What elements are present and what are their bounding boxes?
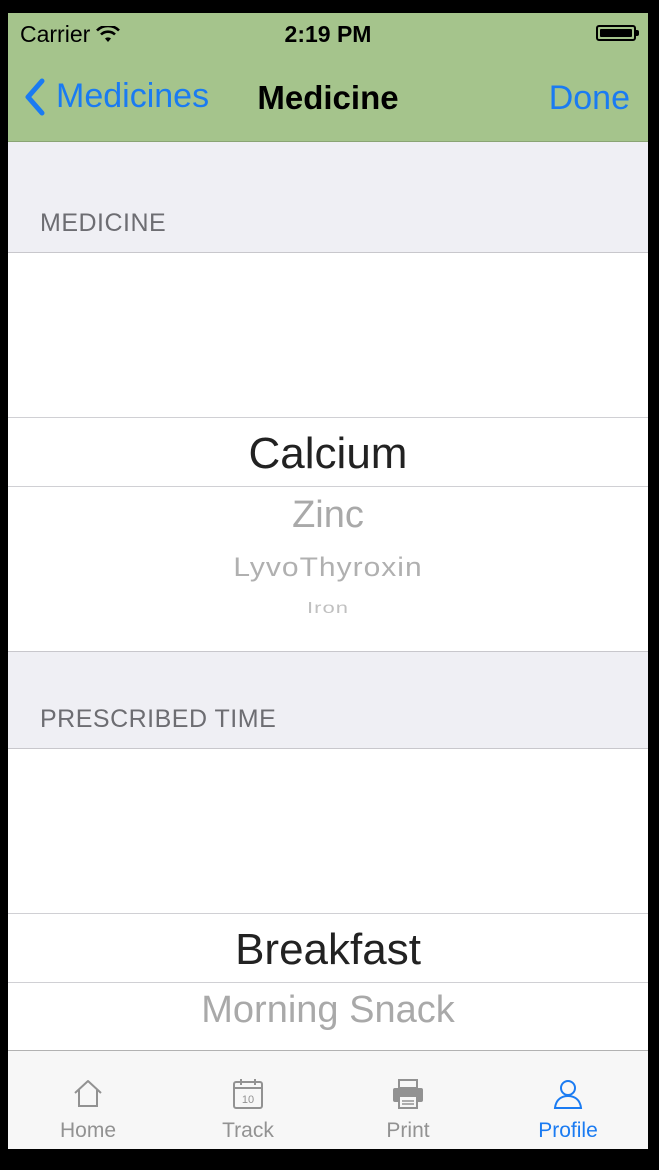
calendar-day: 10 xyxy=(242,1094,254,1106)
printer-icon xyxy=(393,1079,423,1109)
tab-print[interactable]: Print xyxy=(328,1051,488,1149)
status-bar: Carrier 2:19 PM xyxy=(8,13,648,53)
tab-profile[interactable]: Profile xyxy=(488,1051,648,1149)
medicine-section-header: MEDICINE xyxy=(40,209,167,237)
prescribed-time-section-header: PRESCRIBED TIME xyxy=(40,705,277,733)
picker-option[interactable]: Morning Snack xyxy=(8,989,648,1032)
home-icon xyxy=(74,1080,102,1107)
picker-option[interactable]: Zinc xyxy=(8,494,648,537)
prescribed-time-picker[interactable]: Breakfast Morning Snack xyxy=(8,748,648,1070)
navigation-bar: Medicines Medicine Done xyxy=(8,53,648,141)
done-button[interactable]: Done xyxy=(549,79,630,118)
picker-option[interactable]: Iron xyxy=(8,599,648,617)
tab-track-label: Track xyxy=(222,1119,274,1142)
tab-print-label: Print xyxy=(386,1119,430,1142)
picker-option[interactable]: Breakfast xyxy=(8,925,648,975)
picker-option[interactable]: LyvoThyroxin xyxy=(8,553,648,584)
tab-track[interactable]: 10 Track xyxy=(168,1051,328,1149)
device-screen: Carrier 2:19 PM Medicines Medicine Done xyxy=(8,13,648,1149)
picker-option[interactable]: Calcium xyxy=(8,429,648,479)
battery-icon xyxy=(596,25,639,41)
battery-level xyxy=(600,29,632,37)
tab-bar: Home 10 Track Print Profile xyxy=(8,1050,648,1149)
person-icon xyxy=(553,1080,583,1109)
status-time: 2:19 PM xyxy=(284,21,372,47)
calendar-icon: 10 xyxy=(233,1079,263,1109)
tab-profile-label: Profile xyxy=(538,1119,598,1142)
header: Carrier 2:19 PM Medicines Medicine Done xyxy=(8,13,648,142)
tab-home-label: Home xyxy=(59,1119,117,1142)
tab-home[interactable]: Home xyxy=(8,1051,168,1149)
medicine-picker[interactable]: Calcium Zinc LyvoThyroxin Iron xyxy=(8,252,648,652)
